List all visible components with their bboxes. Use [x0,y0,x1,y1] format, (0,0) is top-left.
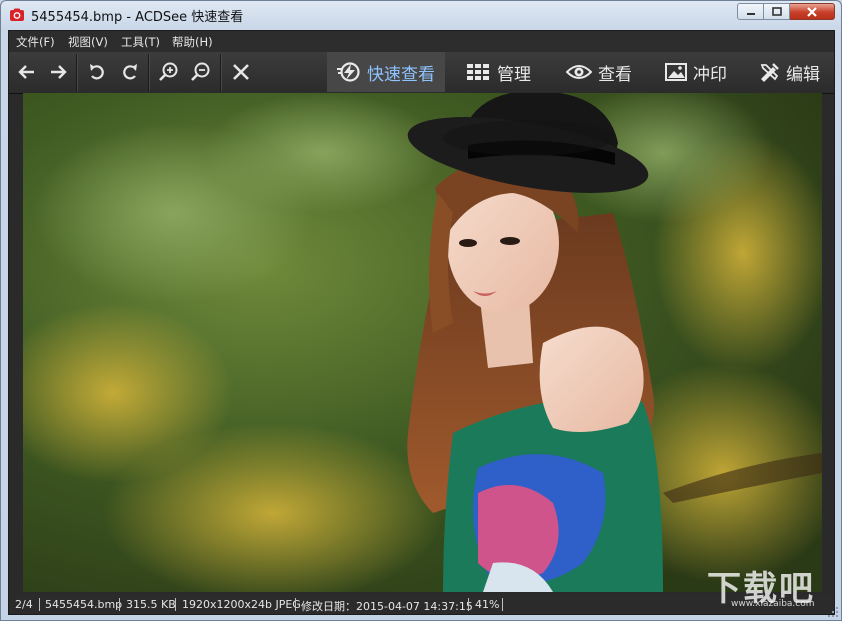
menu-bar: 文件(F) 视图(V) 工具(T) 帮助(H) [9,31,834,52]
status-separator [39,598,40,611]
close-icon [807,6,817,17]
app-window: 5455454.bmp - ACDSee 快速查看 文件(F) 视图(V) 工具… [0,0,842,621]
status-filesize: 315.5 KB [126,598,176,611]
status-separator [119,598,120,611]
camera-icon [10,8,24,21]
arrow-left-icon [18,65,34,79]
menu-file[interactable]: 文件(F) [16,34,55,50]
zoom-out-icon [191,62,210,81]
previous-button[interactable] [12,56,42,88]
close-button[interactable] [790,3,835,20]
tab-manage-label: 管理 [497,64,531,85]
status-separator [468,598,469,611]
status-separator [295,598,296,611]
status-separator [175,598,176,611]
next-button[interactable] [43,56,73,88]
status-position: 2/4 [15,598,33,611]
toolbar: 快速查看 管理 查看 冲印 编辑 [9,52,834,94]
photo-canvas [23,93,822,592]
arrow-right-icon [51,65,67,79]
rotate-left-button[interactable] [82,56,112,88]
tab-print-label: 冲印 [693,64,727,85]
status-filename: 5455454.bmp [45,598,123,611]
window-controls [737,3,835,20]
grid-icon [467,63,491,81]
tab-quick-view-label: 快速查看 [367,64,435,85]
minimize-button[interactable] [737,3,764,20]
tab-quick-view[interactable]: 快速查看 [327,52,445,92]
rotate-right-button[interactable] [115,56,145,88]
tab-edit-label: 编辑 [786,64,820,85]
photo-portrait[interactable] [23,93,822,592]
tab-edit[interactable]: 编辑 [758,52,820,92]
zoom-in-button[interactable] [154,56,184,88]
zoom-in-icon [159,62,178,81]
viewer-client-area: 文件(F) 视图(V) 工具(T) 帮助(H) 快速查看 管理 查看 冲印 编辑… [8,30,835,615]
close-x-icon [233,64,249,80]
edit-tools-icon [758,62,780,82]
tab-manage[interactable]: 管理 [467,52,531,92]
menu-view[interactable]: 视图(V) [68,34,108,50]
toolbar-separator [148,54,149,91]
resize-grip-icon[interactable] [827,606,839,618]
watermark-url: www.xiazaiba.com [731,599,815,609]
status-separator [502,598,503,611]
tab-print[interactable]: 冲印 [665,52,727,92]
picture-icon [665,63,687,81]
minimize-icon [746,12,755,15]
toolbar-separator [220,54,221,91]
menu-tools[interactable]: 工具(T) [121,34,160,50]
eye-icon [566,63,592,81]
status-dimensions: 1920x1200x24b JPEG [182,598,301,611]
toolbar-separator [76,54,77,91]
status-modified: 修改日期：2015-04-07 14:37:15 [301,600,473,613]
rotate-right-icon [123,64,137,80]
menu-help[interactable]: 帮助(H) [172,34,213,50]
rotate-left-icon [90,64,104,80]
close-image-button[interactable] [226,56,256,88]
window-title: 5455454.bmp - ACDSee 快速查看 [31,10,244,25]
maximize-icon [771,7,782,16]
tab-view-label: 查看 [598,64,632,85]
lightning-icon [337,62,361,82]
zoom-out-button[interactable] [186,56,216,88]
title-bar[interactable]: 5455454.bmp - ACDSee 快速查看 [1,1,841,29]
tab-view[interactable]: 查看 [566,52,632,92]
status-zoom[interactable]: 41% [475,598,499,611]
maximize-button[interactable] [764,3,790,20]
